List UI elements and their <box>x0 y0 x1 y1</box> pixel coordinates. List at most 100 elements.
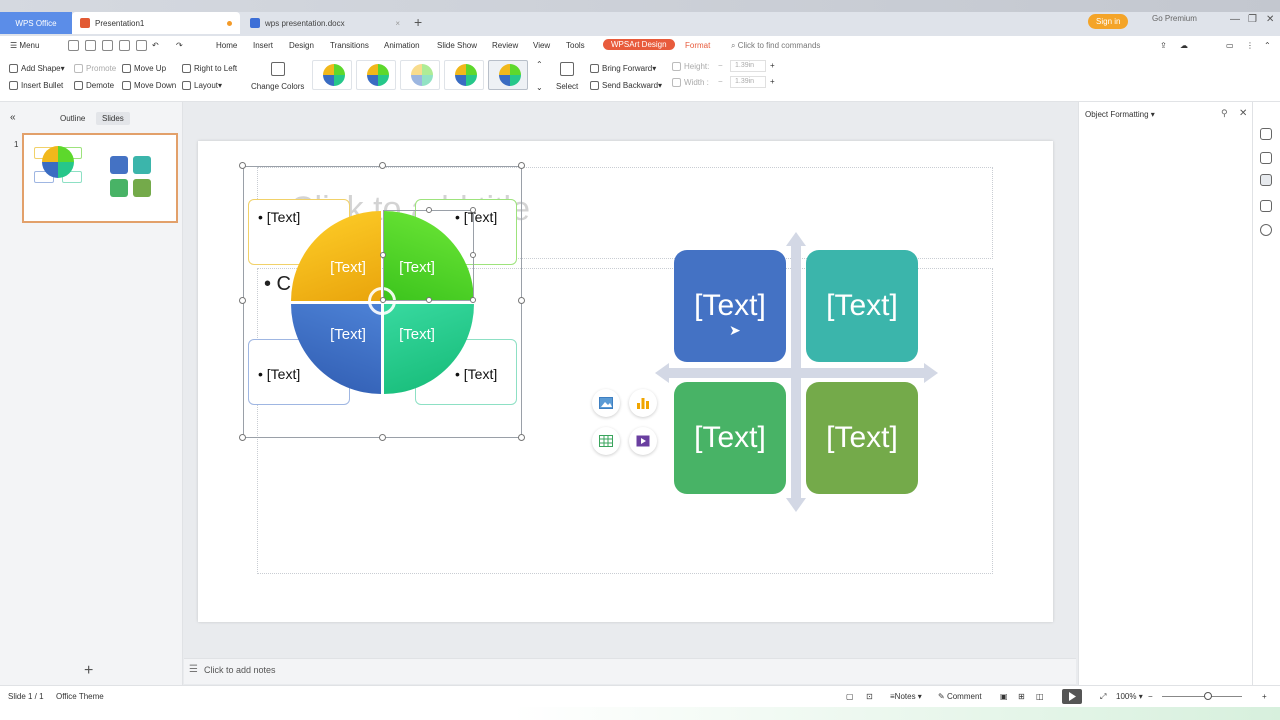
change-colors-button[interactable]: Change Colors <box>251 62 304 91</box>
tab-view[interactable]: View <box>533 41 550 50</box>
share-icon[interactable]: ⇪ <box>1160 41 1167 50</box>
print-preview-icon[interactable] <box>136 40 147 51</box>
height-field[interactable]: 1.39in <box>730 60 766 72</box>
slide-thumbnail[interactable] <box>22 133 178 223</box>
insert-video-button[interactable] <box>629 427 657 455</box>
notes-button[interactable]: ≡Notes ▾ <box>890 692 922 701</box>
demote-button[interactable]: Demote <box>74 81 114 90</box>
command-search[interactable]: ⌕ Click to find commands <box>731 41 820 51</box>
tab-format[interactable]: Format <box>685 41 710 50</box>
style-option[interactable] <box>356 60 396 90</box>
new-tab-button[interactable]: + <box>414 14 422 30</box>
width-field[interactable]: 1.39in <box>730 76 766 88</box>
shape-handle[interactable] <box>380 297 386 303</box>
height-decrement-button[interactable]: − <box>718 61 723 70</box>
tab-wps-presentation-docx[interactable]: wps presentation.docx × <box>242 12 408 34</box>
select-button[interactable]: Select <box>556 62 578 91</box>
resize-handle[interactable] <box>518 434 525 441</box>
slide-show-play-button[interactable] <box>1062 689 1082 704</box>
notes-menu-icon[interactable]: ☰ <box>189 664 198 675</box>
tab-wps-office[interactable]: WPS Office <box>0 12 72 34</box>
resize-handle[interactable] <box>518 297 525 304</box>
tab-tools[interactable]: Tools <box>566 41 585 50</box>
style-option[interactable] <box>444 60 484 90</box>
help-icon[interactable] <box>1260 224 1272 236</box>
resize-handle[interactable] <box>379 162 386 169</box>
shape-handle[interactable] <box>426 297 432 303</box>
normal-view-icon[interactable]: ▣ <box>1000 692 1008 701</box>
insert-bullet-button[interactable]: Insert Bullet <box>9 81 63 90</box>
shape-handle[interactable] <box>470 207 476 213</box>
tab-presentation1[interactable]: Presentation1 <box>72 12 240 34</box>
gallery-more-icon[interactable]: ⌄ <box>536 83 543 92</box>
comment-icon[interactable] <box>1260 128 1272 140</box>
notes-view-icon[interactable]: ⊡ <box>866 692 873 701</box>
fit-window-icon[interactable]: ⤢ <box>1100 692 1106 702</box>
close-tab-icon[interactable]: × <box>395 19 400 28</box>
move-down-button[interactable]: Move Down <box>122 81 176 90</box>
layout-button[interactable]: Layout ▾ <box>182 81 222 90</box>
shape-handle[interactable] <box>470 297 476 303</box>
animation-icon[interactable] <box>1260 152 1272 164</box>
comment-panel-icon[interactable]: ▭ <box>1226 41 1234 50</box>
zoom-out-button[interactable]: − <box>1148 692 1153 701</box>
insert-chart-button[interactable] <box>629 389 657 417</box>
shape-handle[interactable] <box>380 252 386 258</box>
add-shape-button[interactable]: Add Shape ▾ <box>9 64 65 73</box>
go-premium-button[interactable]: Go Premium <box>1152 14 1197 23</box>
save-icon[interactable] <box>85 40 96 51</box>
insert-picture-button[interactable] <box>592 389 620 417</box>
matrix-box-top-left[interactable]: [Text] <box>674 250 786 362</box>
close-panel-icon[interactable]: ✕ <box>1239 108 1247 119</box>
redo-icon[interactable]: ↷ <box>176 41 183 50</box>
send-backward-button[interactable]: Send Backward ▾ <box>590 81 662 90</box>
sign-in-button[interactable]: Sign in <box>1088 14 1129 29</box>
style-option-selected[interactable] <box>488 60 528 90</box>
shape-handle[interactable] <box>470 252 476 258</box>
resize-handle[interactable] <box>518 162 525 169</box>
tab-wpsart-design[interactable]: WPSArt Design <box>603 39 675 50</box>
print-icon[interactable] <box>119 40 130 51</box>
undo-icon[interactable]: ↶ <box>152 41 159 50</box>
tab-design[interactable]: Design <box>289 41 314 50</box>
style-option[interactable] <box>400 60 440 90</box>
comment-button[interactable]: ✎ Comment <box>938 692 982 701</box>
resize-handle[interactable] <box>239 297 246 304</box>
open-icon[interactable] <box>68 40 79 51</box>
cloud-icon[interactable]: ☁ <box>1180 41 1188 50</box>
collapse-ribbon-icon[interactable]: ⌃ <box>1264 41 1271 50</box>
menu-button[interactable]: ☰ Menu <box>10 41 39 50</box>
restore-icon[interactable]: ❐ <box>1248 14 1257 25</box>
width-increment-button[interactable]: + <box>770 77 775 86</box>
shape-handle[interactable] <box>426 207 432 213</box>
resize-handle[interactable] <box>239 162 246 169</box>
width-decrement-button[interactable]: − <box>718 77 723 86</box>
tab-review[interactable]: Review <box>492 41 518 50</box>
tab-transitions[interactable]: Transitions <box>330 41 369 50</box>
more-options-icon[interactable]: ⋮ <box>1246 41 1254 50</box>
move-up-button[interactable]: Move Up <box>122 64 166 73</box>
add-slide-button[interactable]: + <box>84 662 93 680</box>
grid-icon[interactable]: ▢ <box>846 692 854 701</box>
tab-slide-show[interactable]: Slide Show <box>437 41 477 50</box>
object-formatting-title[interactable]: Object Formatting ▾ <box>1085 110 1155 119</box>
zoom-slider-track[interactable] <box>1162 696 1242 697</box>
zoom-in-button[interactable]: + <box>1262 692 1267 701</box>
tab-animation[interactable]: Animation <box>384 41 420 50</box>
right-to-left-button[interactable]: Right to Left <box>182 64 237 73</box>
pin-icon[interactable]: ⚲ <box>1221 108 1228 119</box>
minimize-icon[interactable]: — <box>1230 14 1240 25</box>
collapse-panel-icon[interactable]: « <box>4 110 22 125</box>
properties-icon[interactable] <box>1260 174 1272 186</box>
notes-bar[interactable]: ☰ Click to add notes <box>184 658 1076 684</box>
zoom-level[interactable]: 100% ▾ <box>1116 692 1143 701</box>
close-window-icon[interactable]: ✕ <box>1266 14 1274 25</box>
tab-outline[interactable]: Outline <box>54 112 91 125</box>
insert-table-button[interactable] <box>592 427 620 455</box>
height-increment-button[interactable]: + <box>770 61 775 70</box>
tab-slides[interactable]: Slides <box>96 112 130 125</box>
matrix-box-bottom-right[interactable]: [Text] <box>806 382 918 494</box>
slide-sorter-icon[interactable]: ⊞ <box>1018 692 1025 701</box>
matrix-box-top-right[interactable]: [Text] <box>806 250 918 362</box>
promote-button[interactable]: Promote <box>74 64 116 73</box>
